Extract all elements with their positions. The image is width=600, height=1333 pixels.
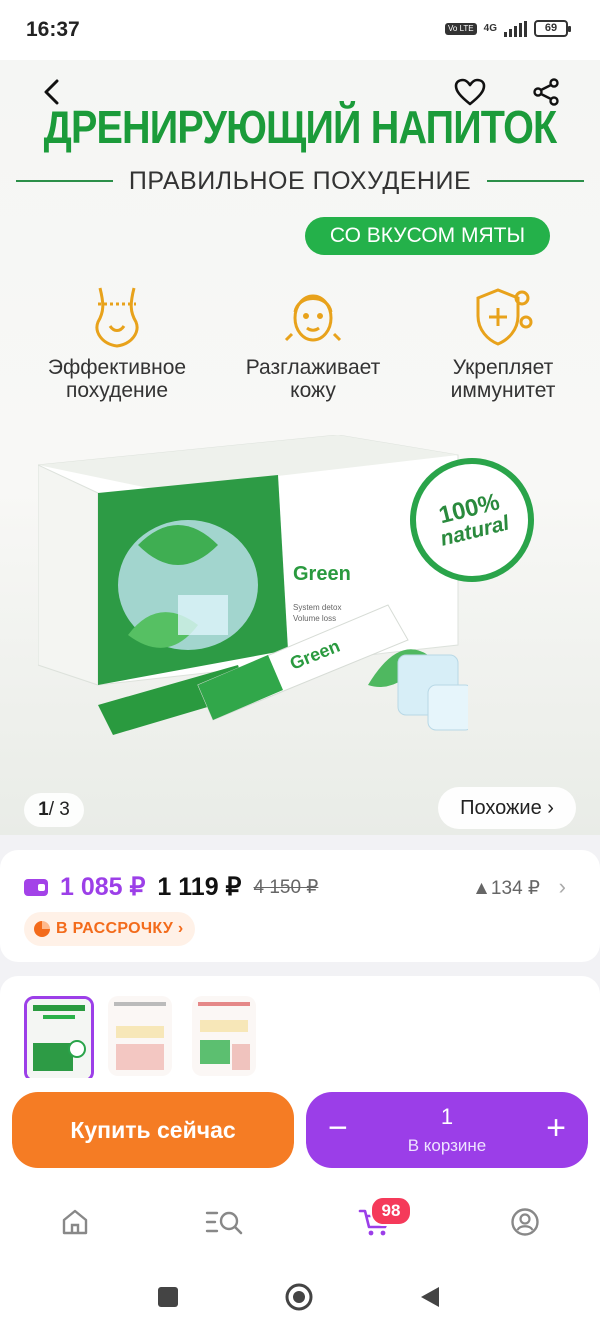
battery-icon: 69: [534, 20, 571, 37]
circle-icon: [285, 1283, 313, 1311]
feature-label: Укрепляет иммунитет: [450, 356, 556, 402]
system-navigation-bar: [0, 1263, 600, 1333]
share-button[interactable]: [526, 72, 566, 112]
status-icons: Vo LTE 4G 69: [445, 20, 571, 37]
nav-profile[interactable]: [505, 1202, 545, 1242]
price-card: 1 085 ₽ 1 119 ₽ 4 150 ₽ ▲134 ₽ › В РАССР…: [0, 850, 600, 962]
similar-button[interactable]: Похожие ›: [438, 787, 576, 829]
buy-now-button[interactable]: Купить сейчас: [12, 1092, 294, 1168]
price-row: 1 085 ₽ 1 119 ₽ 4 150 ₽: [24, 872, 318, 902]
product-box-image: Green System detox Volume loss Green: [38, 435, 468, 735]
image-counter-total: / 3: [48, 799, 70, 820]
shield-plus-icon: [408, 282, 598, 352]
flavor-badge: СО ВКУСОМ МЯТЫ: [305, 217, 550, 255]
heart-icon: [454, 78, 486, 106]
increase-quantity-button[interactable]: +: [546, 1108, 566, 1148]
banner-subtitle-row: ПРАВИЛЬНОЕ ПОХУДЕНИЕ: [16, 164, 585, 198]
status-bar: 16:37 Vo LTE 4G 69: [0, 0, 600, 60]
svg-text:Volume loss: Volume loss: [293, 614, 336, 623]
face-icon: [218, 282, 408, 352]
triangle-back-icon: [421, 1287, 439, 1307]
cart-quantity-stepper: − 1 В корзине +: [306, 1092, 588, 1168]
divider: [487, 180, 585, 182]
feature-skin: Разглаживает кожу: [218, 282, 408, 402]
installment-button[interactable]: В РАССРОЧКУ ›: [24, 912, 196, 946]
bottom-navigation: 98: [0, 1180, 600, 1263]
favorite-button[interactable]: [450, 72, 490, 112]
share-icon: [533, 78, 559, 106]
old-price: 4 150 ₽: [253, 876, 319, 898]
card-price: 1 085 ₽: [60, 873, 146, 901]
current-price: 1 119 ₽: [157, 873, 242, 901]
installment-label: В РАССРОЧКУ ›: [56, 920, 184, 937]
chevron-right-icon[interactable]: ›: [559, 874, 566, 900]
profile-icon: [511, 1208, 539, 1236]
svg-text:System detox: System detox: [293, 603, 341, 612]
network-type: 4G: [483, 23, 497, 34]
square-icon: [158, 1287, 178, 1307]
installment-icon: [34, 921, 50, 937]
feature-label: Разглаживает кожу: [245, 356, 381, 402]
feature-immunity: Укрепляет иммунитет: [408, 282, 598, 402]
price-change[interactable]: ▲134 ₽: [472, 877, 540, 900]
back-system-button[interactable]: [410, 1277, 450, 1317]
status-time: 16:37: [26, 18, 80, 41]
recents-button[interactable]: [148, 1277, 188, 1317]
waist-icon: [22, 282, 212, 352]
product-image-carousel[interactable]: ДРЕНИРУЮЩИЙ НАПИТОК ПРАВИЛЬНОЕ ПОХУДЕНИЕ…: [0, 60, 600, 835]
home-icon: [62, 1209, 88, 1235]
box-brand: Green: [293, 563, 351, 585]
home-system-button[interactable]: [279, 1277, 319, 1317]
catalog-search-icon: [205, 1211, 243, 1235]
image-counter: 1/ 3: [24, 793, 84, 827]
banner-subtitle: ПРАВИЛЬНОЕ ПОХУДЕНИЕ: [128, 166, 472, 195]
thumbnail-3[interactable]: [192, 996, 256, 1076]
back-arrow-icon: [44, 79, 59, 105]
nav-catalog[interactable]: [205, 1202, 245, 1242]
thumbnail-1[interactable]: [24, 996, 94, 1082]
volte-icon: Vo LTE: [445, 22, 477, 35]
thumbnail-2[interactable]: [108, 996, 172, 1076]
cart-badge: 98: [370, 1196, 412, 1226]
feature-weight-loss: Эффективное похудение: [22, 282, 212, 402]
image-counter-current: 1: [38, 799, 49, 820]
divider: [16, 180, 113, 182]
back-button[interactable]: [32, 72, 72, 112]
action-bar: Купить сейчас − 1 В корзине +: [0, 1078, 600, 1180]
nav-home[interactable]: [55, 1202, 95, 1242]
feature-label: Эффективное похудение: [47, 356, 187, 402]
signal-icon: [504, 20, 527, 37]
card-icon: [24, 878, 48, 896]
